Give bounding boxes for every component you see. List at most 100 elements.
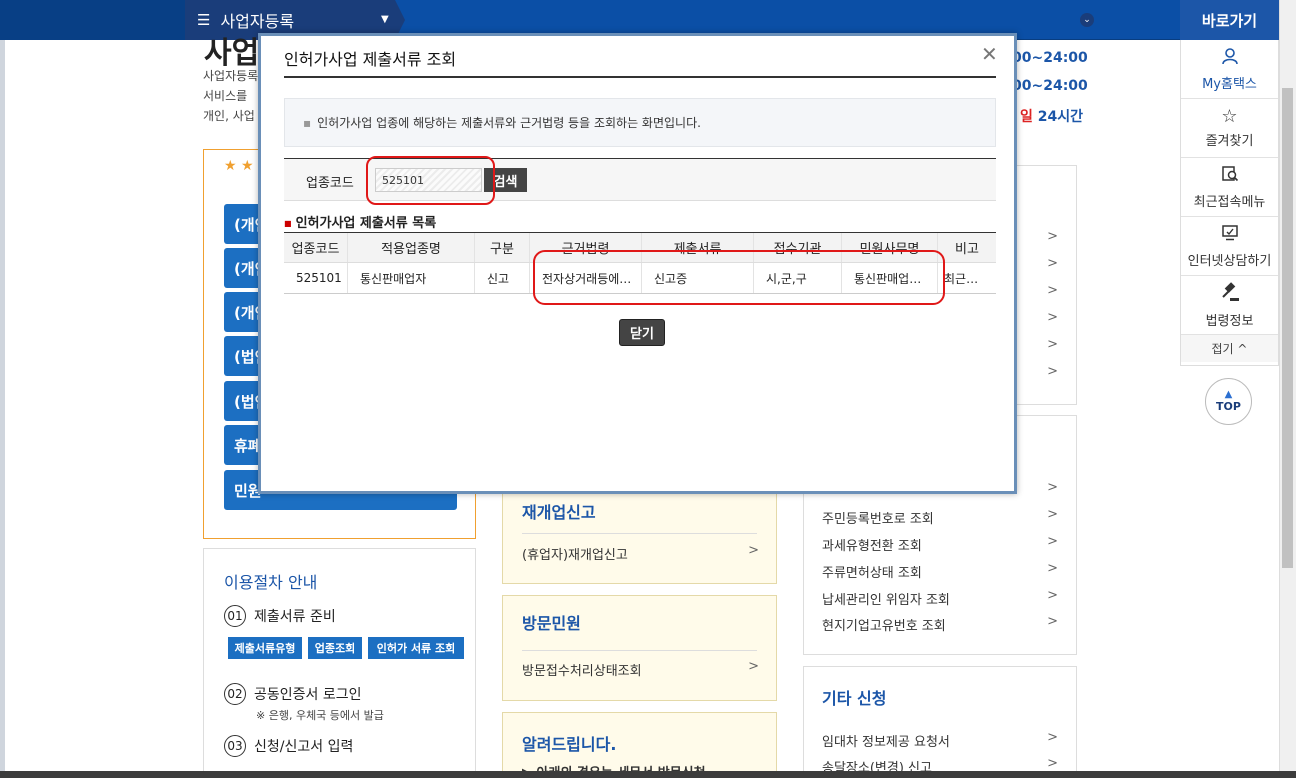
chevron-right-icon: >: [1047, 507, 1058, 522]
modal-title: 인허가사업 제출서류 조회: [284, 50, 457, 69]
star-icon: ☆: [1221, 106, 1238, 127]
col-header: 구분: [475, 233, 530, 262]
quick-item-law-info[interactable]: 법령정보: [1181, 276, 1278, 335]
step-label: 신청/신고서 입력: [254, 739, 354, 755]
quick-item-label: 인터넷상담하기: [1187, 253, 1272, 269]
list-title-text: 인허가사업 제출서류 목록: [295, 216, 437, 231]
chevron-right-icon[interactable]: >: [1047, 310, 1058, 325]
industry-lookup-tag[interactable]: 업종조회: [308, 637, 362, 659]
service-hours-24: 24시간: [1037, 109, 1084, 125]
hamburger-icon: ☰: [197, 11, 211, 29]
scroll-top-label: TOP: [1216, 400, 1241, 413]
quick-menu-panel: My홈택스 ☆ 즐겨찾기 최근접속메뉴 인터넷상담하기 법령정보 접기 ^: [1180, 40, 1279, 366]
step-number: 01: [224, 605, 246, 627]
doc-type-tag[interactable]: 제출서류유형: [228, 637, 302, 659]
recent-search-icon: [1221, 165, 1239, 188]
col-header: 적용업종명: [348, 233, 475, 262]
notice-box: 알려드립니다. ▶ 아래의 경우는 세무서 방문신청: [502, 712, 777, 778]
chevron-right-icon[interactable]: >: [1047, 256, 1058, 271]
license-docs-modal: 인허가사업 제출서류 조회 ✕ ▪ 인허가사업 업종에 해당하는 제출서류와 근…: [258, 33, 1017, 494]
highlight-search-box: [366, 156, 495, 205]
page-desc-line: 서비스를: [203, 89, 248, 103]
left-window-edge: [0, 0, 5, 778]
taskbar-strip: [0, 771, 1296, 778]
quick-item-recent-menu[interactable]: 최근접속메뉴: [1181, 158, 1278, 217]
scroll-top-button[interactable]: ▲ TOP: [1205, 378, 1252, 425]
quick-item-label: 즐겨찾기: [1205, 134, 1254, 149]
list-title: ■ 인허가사업 제출서류 목록: [284, 212, 436, 231]
chevron-right-icon[interactable]: >: [1047, 283, 1058, 298]
highlight-table-cells: [533, 250, 945, 305]
cell-type: 신고: [475, 263, 530, 293]
col-header: 비고: [955, 242, 979, 257]
other-request-box: 기타 신청 임대차 정보제공 요청서 > 송달장소(변경) 신고 >: [803, 666, 1077, 778]
lookup-link[interactable]: 주류면허상태 조회: [822, 562, 922, 581]
quick-item-label: 최근접속메뉴: [1193, 194, 1266, 210]
chevron-right-icon[interactable]: >: [1047, 337, 1058, 352]
lookup-link[interactable]: 현지기업고유번호 조회: [822, 615, 946, 634]
service-hours: 00~24:00: [1012, 50, 1088, 66]
page-title: 사업: [204, 36, 260, 71]
chevron-right-icon[interactable]: >: [1047, 364, 1058, 379]
quick-item-internet-consult[interactable]: 인터넷상담하기: [1181, 217, 1278, 276]
reopen-title: 재개업신고: [522, 503, 596, 522]
chevron-right-icon: >: [1047, 756, 1058, 771]
gavel-icon: [1220, 281, 1240, 307]
chevron-right-icon: >: [1047, 588, 1058, 603]
monitor-chat-icon: [1221, 224, 1239, 247]
procedure-guide: 이용절차 안내 01 제출서류 준비 제출서류유형 업종조회 인허가 서류 조회…: [203, 548, 476, 778]
step-note: ※ 은행, 우체국 등에서 발급: [256, 709, 384, 722]
industry-code-label: 업종코드: [306, 176, 354, 191]
user-icon: [1221, 47, 1239, 70]
info-box: ▪ 인허가사업 업종에 해당하는 제출서류와 근거법령 등을 조회하는 화면입니…: [284, 98, 996, 147]
quick-item-favorites[interactable]: ☆ 즐겨찾기: [1181, 99, 1278, 158]
caret-down-icon: ▼: [381, 14, 389, 25]
procedure-step: 01 제출서류 준비: [224, 605, 336, 627]
chevron-right-icon[interactable]: >: [1047, 229, 1058, 244]
fold-button[interactable]: 접기 ^: [1181, 335, 1278, 362]
procedure-step: 02 공동인증서 로그인: [224, 683, 362, 705]
chevron-right-icon[interactable]: >: [1047, 480, 1058, 495]
step-number: 03: [224, 735, 246, 757]
chevron-right-icon: >: [1047, 614, 1058, 629]
step-label: 제출서류 준비: [254, 609, 336, 625]
quick-menu-header: 바로가기: [1180, 0, 1279, 40]
license-doc-lookup-tag[interactable]: 인허가 서류 조회: [368, 637, 464, 659]
chevron-right-icon: >: [748, 659, 759, 674]
page-desc-line: 개인, 사업: [203, 109, 255, 123]
top-bar-left-area: [0, 0, 185, 40]
quick-item-my-hometax[interactable]: My홈택스: [1181, 40, 1278, 99]
chevron-right-icon: >: [1047, 730, 1058, 745]
procedure-step: 03 신청/신고서 입력: [224, 735, 353, 757]
star-rating-icon: ★ ★: [224, 158, 254, 174]
service-hours: 00~24:00: [1012, 78, 1088, 94]
info-text: 인허가사업 업종에 해당하는 제출서류와 근거법령 등을 조회하는 화면입니다.: [317, 116, 701, 130]
modal-title-rule: [284, 76, 996, 78]
close-button[interactable]: 닫기: [619, 319, 665, 346]
lookup-link[interactable]: 과세유형전환 조회: [822, 535, 922, 554]
procedure-title: 이용절차 안내: [224, 573, 318, 592]
close-icon[interactable]: ✕: [981, 42, 998, 66]
notice-title: 알려드립니다.: [522, 735, 617, 754]
other-request-link[interactable]: 임대차 정보제공 요청서: [822, 731, 950, 750]
divider: [522, 533, 757, 534]
scrollbar-thumb[interactable]: [1282, 88, 1293, 568]
divider: [522, 650, 757, 651]
quick-item-label: My홈택스: [1202, 76, 1257, 92]
chevron-down-circle-icon[interactable]: ⌄: [1080, 13, 1094, 27]
lookup-link[interactable]: 납세관리인 위임자 조회: [822, 589, 950, 608]
visit-title: 방문민원: [522, 614, 581, 633]
bullet-icon: ▪: [303, 115, 312, 130]
reopen-link[interactable]: (휴업자)재개업신고: [522, 544, 628, 563]
visit-status-link[interactable]: 방문접수처리상태조회: [522, 660, 642, 679]
visit-box: 방문민원 방문접수처리상태조회 >: [502, 595, 777, 701]
cell-industry-name: 통신판매업자: [348, 263, 475, 293]
lookup-link[interactable]: 주민등록번호로 조회: [822, 508, 934, 527]
cell-industry-code: 525101: [284, 263, 348, 293]
service-hours-last: 일 24시간: [1020, 106, 1083, 126]
quick-item-label: 법령정보: [1205, 313, 1254, 329]
arrow-up-icon: ▲: [1224, 389, 1233, 400]
step-label: 공동인증서 로그인: [254, 687, 362, 703]
page-desc-line: 사업자등록: [203, 69, 259, 83]
bullet-icon: ■: [284, 219, 292, 228]
